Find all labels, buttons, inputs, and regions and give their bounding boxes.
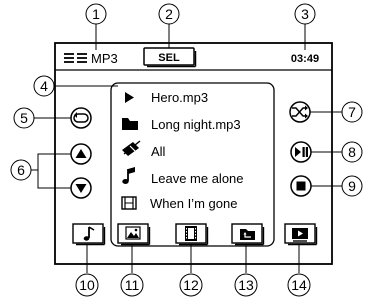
svg-text:12: 12 — [183, 277, 199, 293]
callout-3: 3 — [294, 3, 316, 25]
shuffle-button[interactable] — [289, 101, 311, 123]
svg-text:14: 14 — [291, 277, 307, 293]
stop-icon — [296, 181, 306, 191]
callout-4: 4 — [33, 75, 55, 97]
scroll-down-button[interactable] — [70, 177, 92, 199]
sel-button[interactable]: SEL — [143, 47, 197, 68]
callout-9: 9 — [341, 175, 363, 197]
list-item-label: Hero.mp3 — [151, 90, 208, 105]
photo-tab-button[interactable] — [117, 223, 151, 246]
time-display: 03:49 — [291, 53, 319, 65]
callout-7: 7 — [341, 101, 363, 123]
video-film-icon — [121, 196, 137, 210]
video-tab-icon — [185, 226, 197, 241]
callout-10: 10 — [75, 273, 99, 297]
callout-1: 1 — [85, 3, 107, 25]
callout-14: 14 — [287, 273, 311, 297]
svg-text:8: 8 — [348, 144, 356, 160]
mode-label: MP3 — [91, 51, 118, 66]
repeat-button[interactable] — [70, 107, 92, 129]
svg-text:3: 3 — [301, 6, 309, 22]
device-diagram: MP3 SEL 03:49 Hero.mp3 Long night.mp3 Al… — [10, 3, 363, 297]
list-item-label: All — [151, 144, 166, 159]
svg-text:10: 10 — [79, 277, 95, 293]
play-screen-tab-button[interactable] — [284, 223, 318, 246]
sel-label: SEL — [158, 52, 180, 64]
music-tab-button[interactable] — [72, 223, 106, 246]
callout-8: 8 — [341, 141, 363, 163]
svg-text:1: 1 — [92, 6, 100, 22]
list-item-label: Long night.mp3 — [151, 117, 241, 132]
svg-text:4: 4 — [40, 78, 48, 94]
svg-text:13: 13 — [238, 277, 254, 293]
svg-text:9: 9 — [348, 178, 356, 194]
list-item-label: Leave me alone — [151, 171, 244, 186]
callout-2: 2 — [158, 3, 180, 25]
video-tab-button[interactable] — [175, 223, 209, 246]
callout-6: 6 — [10, 159, 32, 181]
svg-text:6: 6 — [17, 162, 25, 178]
callout-13: 13 — [234, 273, 258, 297]
callout-5: 5 — [13, 107, 35, 129]
scroll-up-button[interactable] — [70, 143, 92, 165]
svg-text:2: 2 — [165, 6, 173, 22]
folder-up-tab-button[interactable] — [231, 223, 265, 246]
callout-12: 12 — [179, 273, 203, 297]
callout-11: 11 — [120, 273, 144, 297]
play-pause-button[interactable] — [290, 141, 312, 163]
svg-text:11: 11 — [125, 277, 140, 293]
photo-tab-icon — [125, 226, 141, 240]
svg-text:7: 7 — [348, 104, 356, 120]
svg-text:5: 5 — [20, 110, 28, 126]
stop-button[interactable] — [290, 175, 312, 197]
list-item-label: When I’m gone — [150, 196, 237, 211]
list-panel — [110, 82, 275, 247]
